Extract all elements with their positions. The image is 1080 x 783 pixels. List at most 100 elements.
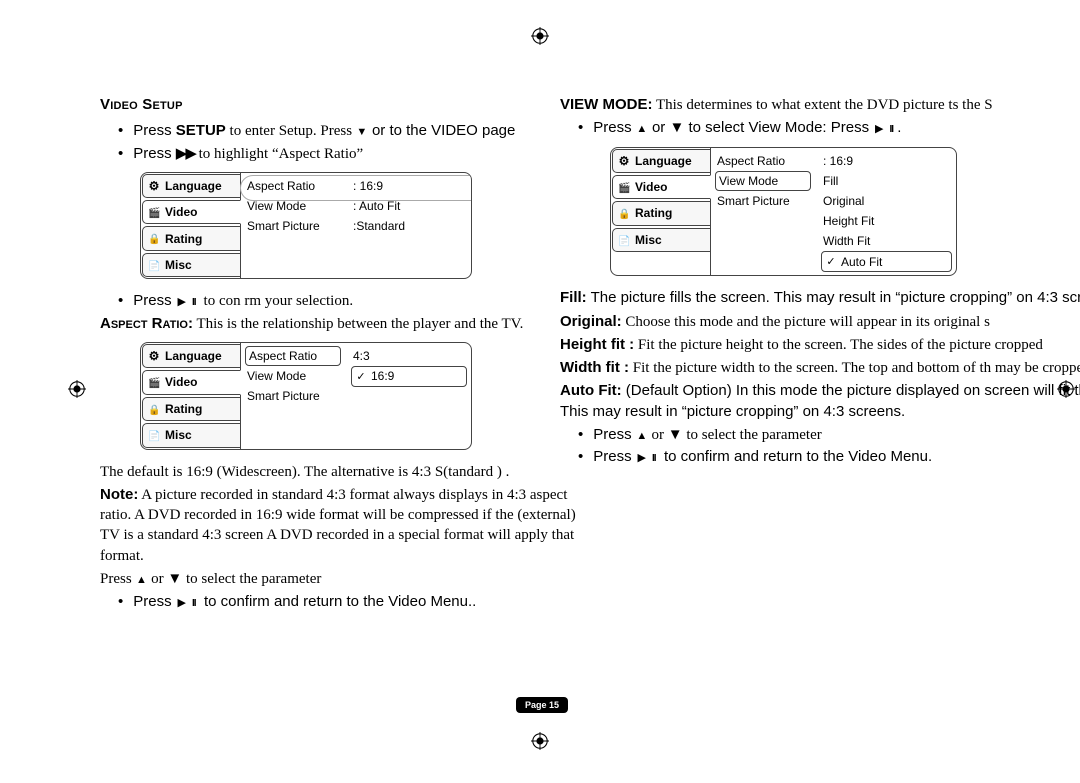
menu-row: Aspect Ratio	[245, 176, 341, 196]
down-icon	[356, 121, 368, 141]
menu-value	[351, 387, 467, 391]
note-text: A picture recorded in standard 4:3 forma…	[100, 487, 576, 564]
menu-value: : 16:9	[821, 151, 952, 171]
menu-option: Fill	[821, 171, 952, 191]
menu-row: Aspect Ratio	[715, 151, 811, 171]
gear-icon	[618, 153, 630, 169]
view-mode-text: This determines to what extent the DVD p…	[653, 97, 993, 113]
registration-mark-bottom	[531, 732, 549, 750]
widthfit-label: Width fit :	[560, 359, 629, 376]
menu-tab-video: Video	[612, 175, 711, 200]
menu-tab-video: Video	[142, 200, 241, 225]
note-icon	[148, 427, 160, 444]
video-setup-heading: Video Setup	[100, 95, 580, 115]
menu-tab-language: Language	[142, 344, 241, 368]
bullet-text: Press SETUP to enter Setup. Press or to …	[133, 121, 515, 141]
up-icon	[135, 569, 147, 589]
pause-icon	[648, 447, 660, 467]
bullet-select-param: • Press or ▼ to select the parameter	[578, 425, 1080, 445]
note-label: Note:	[100, 486, 138, 503]
bullet-dot: •	[118, 592, 123, 612]
select-parameter-line: Press or ▼ to select the parameter	[100, 569, 580, 589]
menu-row: Smart Picture	[245, 386, 341, 406]
heightfit-text: Fit the picture height to the screen. Th…	[634, 337, 1043, 353]
fill-label: Fill:	[560, 289, 587, 306]
play-icon	[176, 291, 188, 311]
setup-menu-aspect-highlighted: Language Video Rating Misc Aspect Ratio …	[140, 172, 472, 280]
menu-tab-rating: Rating	[142, 397, 241, 422]
pause-icon	[188, 291, 200, 311]
autofit-text: (Default Option) In this mode the pictur…	[560, 382, 1080, 419]
bullet-text: Press to confirm and return to the Video…	[133, 592, 476, 612]
menu-value: : Auto Fit	[351, 196, 467, 216]
menu-row: View Mode	[245, 366, 341, 386]
aspect-ratio-label: Aspect Ratio:	[100, 315, 193, 332]
autofit-description: Auto Fit: (Default Option) In this mode …	[560, 381, 1080, 422]
pause-icon	[885, 118, 897, 138]
bullet-dot: •	[578, 118, 583, 138]
menu-tab-video: Video	[142, 370, 241, 395]
fill-description: Fill: The picture fills the screen. This…	[560, 288, 1080, 308]
bullet-select-viewmode: • Press or ▼ to select View Mode: Press …	[578, 118, 1080, 138]
menu-option: Height Fit	[821, 211, 952, 231]
original-description: Original: Choose this mode and the pictu…	[560, 312, 1080, 332]
heightfit-description: Height fit : Fit the picture height to t…	[560, 335, 1080, 355]
registration-mark-left	[68, 380, 86, 398]
registration-mark-top	[531, 27, 549, 45]
note-icon	[618, 232, 630, 249]
heightfit-label: Height fit :	[560, 336, 634, 353]
bullet-dot: •	[118, 121, 123, 141]
menu-tab-language: Language	[142, 174, 241, 198]
view-mode-description: VIEW MODE: This determines to what exten…	[560, 95, 1080, 115]
left-column: Video Setup • Press SETUP to enter Setup…	[100, 95, 580, 614]
bullet-text: Press or ▼ to select View Mode: Press .	[593, 118, 901, 138]
play-icon	[636, 447, 648, 467]
menu-option: Original	[821, 191, 952, 211]
bullet-confirm: • Press to con rm your selection.	[118, 291, 580, 311]
fast-forward-icon: ▶▶	[176, 145, 195, 162]
play-icon	[873, 118, 885, 138]
film-icon	[148, 374, 160, 391]
fill-text: The picture fills the screen. This may r…	[587, 289, 1080, 306]
aspect-ratio-description: Aspect Ratio: This is the relationship b…	[100, 314, 580, 334]
film-icon	[148, 204, 160, 221]
note-line: Note: A picture recorded in standard 4:3…	[100, 485, 580, 566]
bullet-dot: •	[118, 144, 123, 164]
menu-tab-rating: Rating	[142, 226, 241, 251]
play-icon	[176, 592, 188, 612]
widthfit-description: Width fit : Fit the picture width to the…	[560, 358, 1080, 378]
menu-row: Smart Picture	[715, 191, 811, 211]
page-number-badge: Page 15	[516, 697, 568, 713]
bullet-text: Press ▶▶ to highlight “Aspect Ratio”	[133, 144, 363, 164]
menu-tab-language: Language	[612, 149, 711, 173]
menu-row-selected: Aspect Ratio	[245, 346, 341, 366]
bullet-dot: •	[578, 425, 583, 445]
original-text: Choose this mode and the picture will ap…	[622, 314, 990, 330]
bullet-dot: •	[578, 447, 583, 467]
right-column: VIEW MODE: This determines to what exten…	[560, 95, 1080, 469]
menu-tab-rating: Rating	[612, 201, 711, 226]
check-icon	[355, 368, 367, 385]
bullet-confirm-return: • Press to confirm and return to the Vid…	[118, 592, 580, 612]
menu-row: Smart Picture	[245, 216, 341, 236]
aspect-ratio-text: This is the relationship between the pla…	[193, 316, 523, 332]
bullet-enter-setup: • Press SETUP to enter Setup. Press or t…	[118, 121, 580, 141]
menu-row: View Mode	[245, 196, 341, 216]
autofit-label: Auto Fit:	[560, 382, 622, 399]
bullet-text: Press to con rm your selection.	[133, 291, 353, 311]
page-content: Video Setup • Press SETUP to enter Setup…	[100, 95, 1080, 723]
menu-tab-misc: Misc	[142, 253, 241, 278]
bullet-highlight-aspect: • Press ▶▶ to highlight “Aspect Ratio”	[118, 144, 580, 164]
lock-icon	[618, 205, 630, 222]
setup-menu-viewmode-options: Language Video Rating Misc Aspect Ratio …	[610, 147, 957, 277]
up-icon	[636, 118, 648, 138]
menu-value-checked: 16:9	[351, 366, 467, 387]
menu-tab-misc: Misc	[142, 423, 241, 448]
bullet-text: Press or ▼ to select the parameter	[593, 425, 821, 445]
menu-tab-misc: Misc	[612, 228, 711, 253]
note-icon	[148, 257, 160, 274]
menu-value: 4:3	[351, 346, 467, 366]
menu-option: Width Fit	[821, 231, 952, 251]
bullet-confirm-param: • Press to confirm and return to the Vid…	[578, 447, 1080, 467]
menu-value: :Standard	[351, 216, 467, 236]
